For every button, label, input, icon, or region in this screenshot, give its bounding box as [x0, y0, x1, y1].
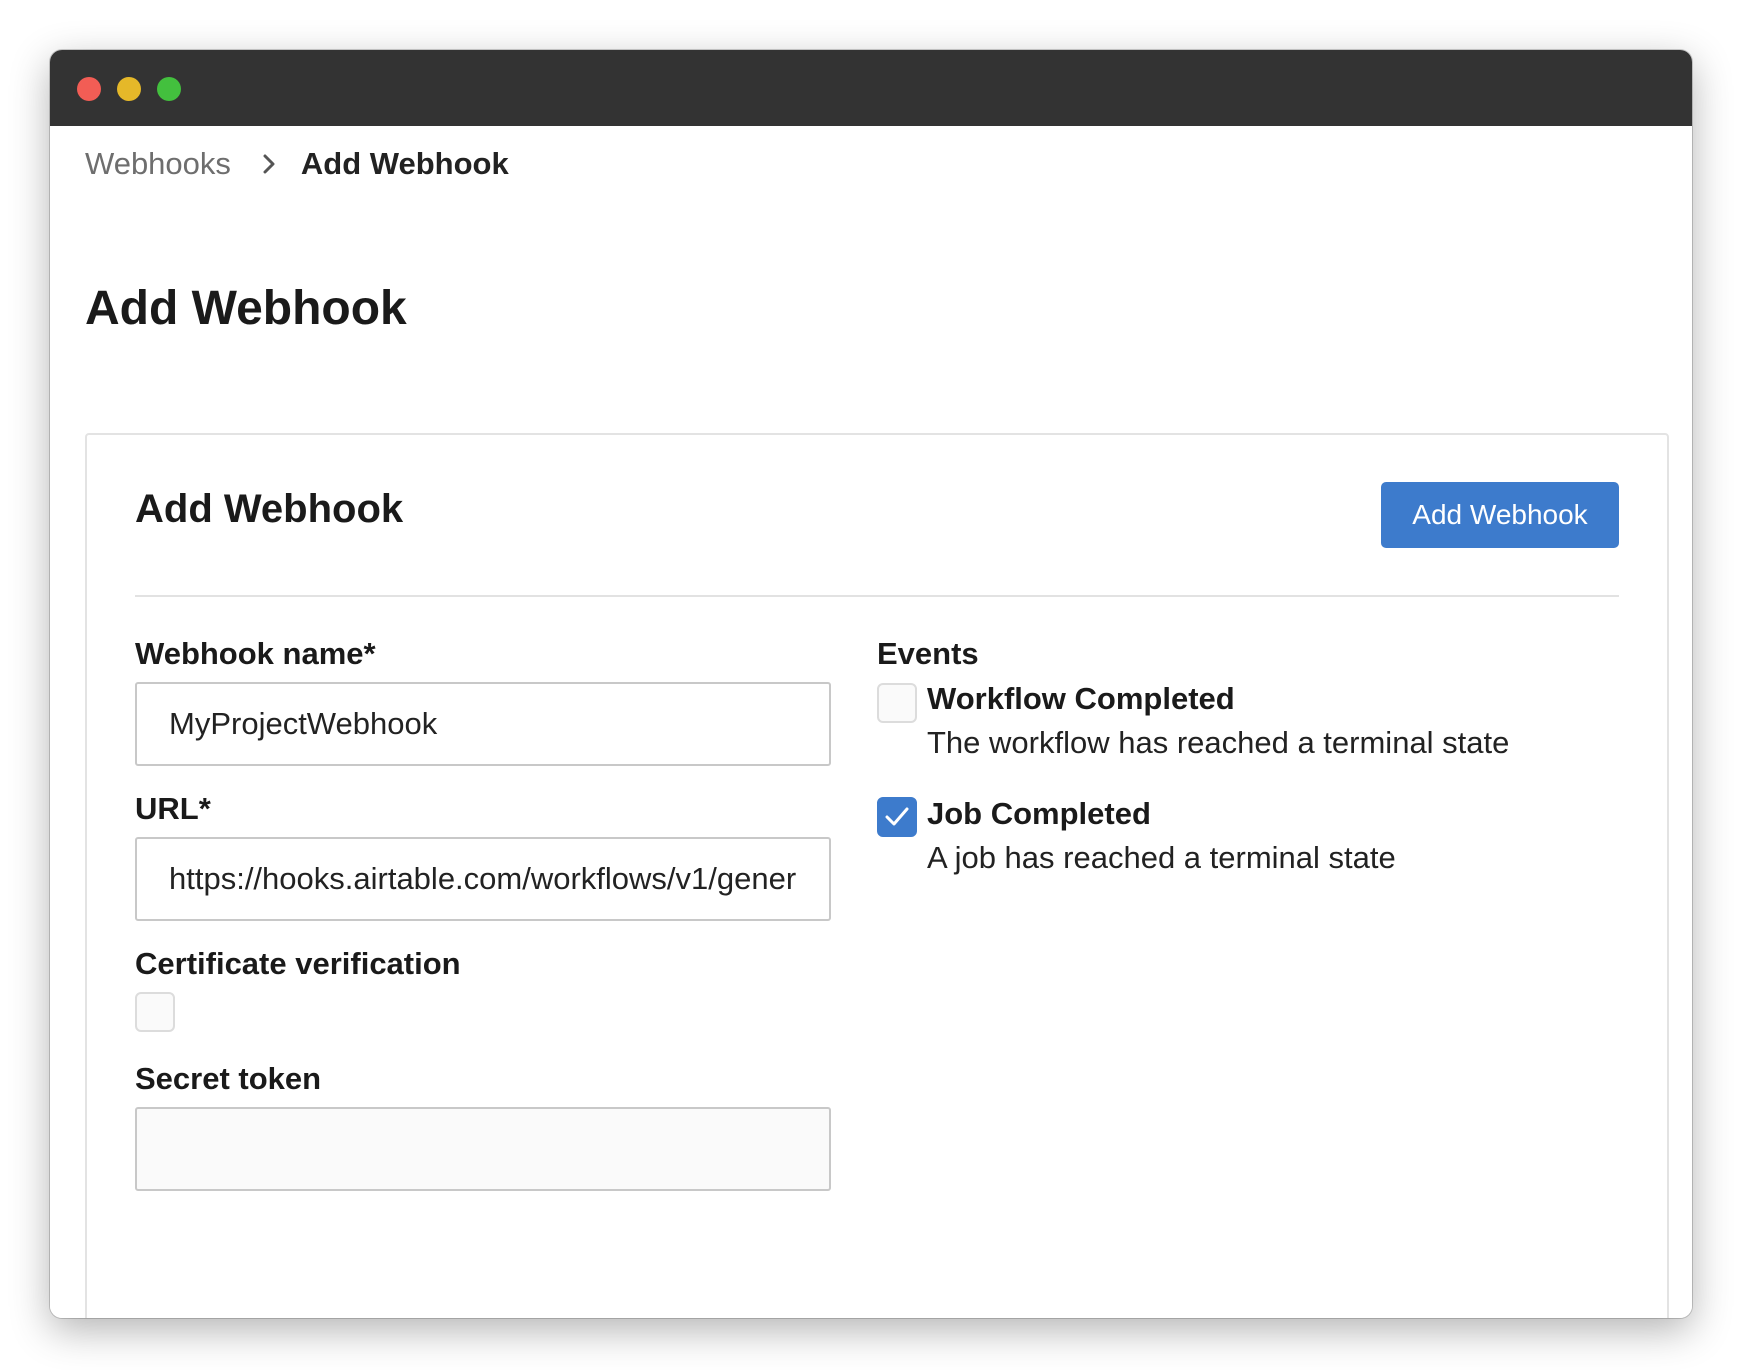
card-title: Add Webhook [135, 487, 404, 531]
add-webhook-button[interactable]: Add Webhook [1381, 482, 1619, 548]
chevron-right-icon [259, 154, 279, 174]
page-title: Add Webhook [85, 282, 407, 335]
card-divider [135, 595, 1619, 597]
job-completed-description: A job has reached a terminal state [927, 840, 1396, 875]
window-maximize-button[interactable] [157, 77, 181, 101]
events-label: Events [877, 636, 979, 671]
window-close-button[interactable] [77, 77, 101, 101]
url-input[interactable] [135, 837, 831, 921]
app-window: Webhooks Add Webhook Add Webhook Add Web… [50, 50, 1692, 1318]
webhook-name-label: Webhook name* [135, 636, 376, 671]
breadcrumb-webhooks-link[interactable]: Webhooks [85, 146, 231, 182]
certificate-verification-label: Certificate verification [135, 946, 461, 981]
checkmark-icon [885, 807, 909, 826]
breadcrumb: Webhooks Add Webhook [85, 140, 509, 188]
webhook-name-input[interactable] [135, 682, 831, 766]
window-minimize-button[interactable] [117, 77, 141, 101]
workflow-completed-description: The workflow has reached a terminal stat… [927, 725, 1510, 760]
breadcrumb-current: Add Webhook [300, 146, 509, 181]
page-content: Webhooks Add Webhook Add Webhook Add Web… [50, 126, 1692, 1318]
secret-token-label: Secret token [135, 1061, 322, 1096]
url-label: URL* [135, 791, 211, 826]
job-completed-checkbox[interactable] [877, 797, 917, 837]
window-titlebar [50, 50, 1692, 126]
workflow-completed-checkbox[interactable] [877, 683, 917, 723]
certificate-verification-checkbox[interactable] [135, 992, 175, 1032]
job-completed-title: Job Completed [927, 796, 1151, 831]
secret-token-input[interactable] [135, 1107, 831, 1191]
workflow-completed-title: Workflow Completed [927, 681, 1235, 716]
add-webhook-card: Add Webhook Add Webhook Webhook name* UR… [85, 433, 1669, 1318]
